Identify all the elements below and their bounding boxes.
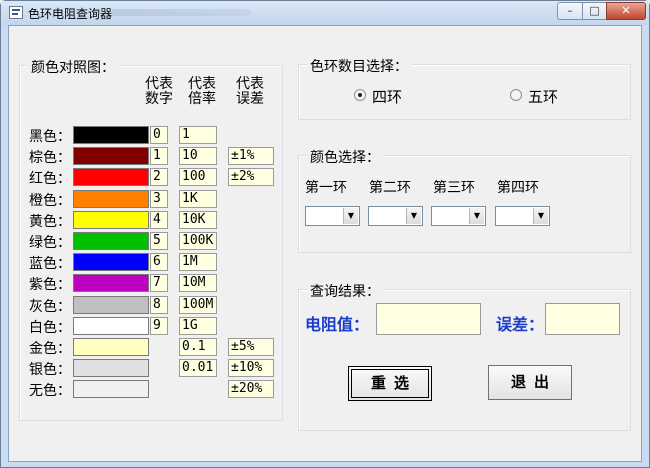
- multiplier-cell: 100M: [179, 296, 217, 314]
- window-title: 色环电阻查询器: [28, 7, 113, 21]
- tolerance-cell: ±10%: [228, 359, 274, 377]
- color-name-label: 绿色：: [29, 235, 71, 251]
- multiplier-cell: 1: [179, 126, 217, 144]
- resistance-value-field: [376, 303, 481, 335]
- chevron-down-icon[interactable]: ▼: [469, 208, 484, 224]
- digit-cell: 9: [150, 317, 168, 335]
- tolerance-cell: ±20%: [228, 380, 274, 398]
- digit-cell: 1: [150, 147, 168, 165]
- color-name-label: 紫色：: [29, 277, 71, 293]
- close-button[interactable]: ✕: [606, 2, 646, 20]
- ring-2-select[interactable]: ▼: [368, 206, 423, 226]
- color-swatch: [73, 338, 149, 356]
- color-swatch: [73, 147, 149, 165]
- color-swatch: [73, 359, 149, 377]
- chevron-down-icon[interactable]: ▼: [406, 208, 421, 224]
- color-swatch: [73, 126, 149, 144]
- radio-four-ring[interactable]: [354, 89, 366, 101]
- header-tolerance-text: 代表 误差: [236, 76, 264, 107]
- digit-cell: 3: [150, 190, 168, 208]
- color-name-label: 黑色：: [29, 129, 71, 145]
- blurred-title-area: [111, 9, 251, 16]
- header-multiplier-text: 代表 倍率: [188, 76, 216, 107]
- color-name-label: 无色：: [29, 383, 71, 399]
- digit-cell: 5: [150, 232, 168, 250]
- color-name-label: 黄色：: [29, 214, 71, 230]
- ring-1-label: 第一环: [305, 180, 347, 196]
- header-tolerance: 代表 误差: [233, 77, 267, 107]
- multiplier-cell: 100K: [179, 232, 217, 250]
- multiplier-cell: 1G: [179, 317, 217, 335]
- digit-cell: 8: [150, 296, 168, 314]
- tolerance-cell: ±2%: [228, 168, 274, 186]
- header-multiplier: 代表 倍率: [185, 77, 219, 107]
- result-title: 查询结果：: [307, 281, 383, 301]
- multiplier-cell: 10K: [179, 211, 217, 229]
- multiplier-cell: 1M: [179, 253, 217, 271]
- digit-cell: 6: [150, 253, 168, 271]
- color-swatch: [73, 253, 149, 271]
- maximize-button[interactable]: □: [582, 2, 607, 20]
- client-area: 颜色对照图： 代表 数字 代表 倍率 代表 误差 黑色： 0 1 棕色： 1 10 ±1% 红…: [8, 25, 642, 462]
- ring-count-title: 色环数目选择：: [307, 56, 411, 76]
- radio-four-ring-label[interactable]: 四环: [372, 86, 402, 107]
- multiplier-cell: 0.1: [179, 338, 217, 356]
- header-digit-text: 代表 数字: [145, 76, 173, 107]
- color-name-label: 金色：: [29, 341, 71, 357]
- color-swatch: [73, 380, 149, 398]
- multiplier-cell: 0.01: [179, 359, 217, 377]
- ring-1-select[interactable]: ▼: [305, 206, 360, 226]
- color-name-label: 白色：: [29, 320, 71, 336]
- tolerance-cell: ±1%: [228, 147, 274, 165]
- resistance-label: 电阻值：: [305, 315, 370, 334]
- ring-3-label: 第三环: [433, 180, 475, 196]
- exit-button[interactable]: 退出: [488, 365, 572, 400]
- radio-five-ring[interactable]: [510, 89, 522, 101]
- chevron-down-icon[interactable]: ▼: [343, 208, 358, 224]
- multiplier-cell: 10: [179, 147, 217, 165]
- multiplier-cell: 10M: [179, 274, 217, 292]
- ring-count-group: 色环数目选择：: [298, 56, 631, 120]
- app-icon: [9, 6, 23, 19]
- color-swatch: [73, 168, 149, 186]
- color-name-label: 橙色：: [29, 193, 71, 209]
- radio-five-ring-label[interactable]: 五环: [528, 86, 558, 107]
- color-select-group: 颜色选择：: [298, 147, 631, 253]
- color-swatch: [73, 190, 149, 208]
- color-swatch: [73, 274, 149, 292]
- color-name-label: 灰色：: [29, 299, 71, 315]
- digit-cell: 2: [150, 168, 168, 186]
- color-name-label: 蓝色：: [29, 256, 71, 272]
- color-name-label: 棕色：: [29, 150, 71, 166]
- tolerance-label: 误差：: [496, 315, 545, 334]
- color-swatch: [73, 317, 149, 335]
- app-window: 色环电阻查询器 – □ ✕ 颜色对照图： 代表 数字 代表 倍率 代表 误差 黑…: [0, 0, 650, 468]
- color-name-label: 红色：: [29, 171, 71, 187]
- color-select-title: 颜色选择：: [307, 147, 383, 167]
- title-bar[interactable]: 色环电阻查询器 – □ ✕: [1, 1, 649, 25]
- header-digit: 代表 数字: [142, 77, 176, 107]
- minimize-button[interactable]: –: [557, 2, 583, 20]
- color-swatch: [73, 232, 149, 250]
- multiplier-cell: 1K: [179, 190, 217, 208]
- chevron-down-icon[interactable]: ▼: [533, 208, 548, 224]
- multiplier-cell: 100: [179, 168, 217, 186]
- ring-4-select[interactable]: ▼: [495, 206, 550, 226]
- reset-button[interactable]: 重选: [348, 366, 432, 401]
- color-swatch: [73, 296, 149, 314]
- digit-cell: 4: [150, 211, 168, 229]
- ring-4-label: 第四环: [497, 180, 539, 196]
- ring-3-select[interactable]: ▼: [431, 206, 486, 226]
- digit-cell: 7: [150, 274, 168, 292]
- color-swatch: [73, 211, 149, 229]
- color-chart-title: 颜色对照图：: [28, 57, 118, 77]
- color-name-label: 银色：: [29, 362, 71, 378]
- tolerance-value-field: [545, 303, 620, 335]
- ring-2-label: 第二环: [369, 180, 411, 196]
- tolerance-cell: ±5%: [228, 338, 274, 356]
- digit-cell: 0: [150, 126, 168, 144]
